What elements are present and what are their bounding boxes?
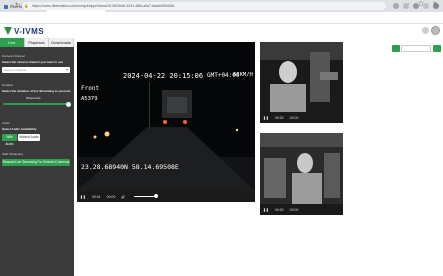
menu-dots-icon[interactable] xyxy=(433,3,439,9)
osd-coordinates: 23.28.68940N 58.14.69508E xyxy=(81,163,179,171)
reload-icon[interactable]: ↻ xyxy=(15,2,20,9)
refresh-button[interactable] xyxy=(392,45,400,52)
request-live-streaming-button[interactable]: Request Live Streaming For Selected Came… xyxy=(2,159,70,166)
player-controls: ❚❚ 00:01 00:00 🔊 xyxy=(77,191,255,202)
extension-icon[interactable] xyxy=(403,3,409,9)
duration-value: 60seconds xyxy=(26,96,41,100)
volume-icon[interactable]: 🔊 xyxy=(121,195,125,199)
current-time: 00:01 xyxy=(91,194,101,199)
chevron-down-icon: ▾ xyxy=(66,68,68,72)
logo-text: V-IVMS xyxy=(14,26,45,36)
url-text: https://coms.fleetmatics.com/comp/#/app/… xyxy=(32,4,175,8)
audio-label: Audio xyxy=(2,121,10,125)
osd-speed: 66KM/H xyxy=(233,72,253,78)
duration-slider-thumb[interactable] xyxy=(66,101,71,107)
volume-knob[interactable] xyxy=(153,194,158,199)
front-camera-player[interactable]: 2024-04-22 20:15:06 GMT+04:00 66KM/H Fro… xyxy=(77,42,255,202)
audio-help: Select Audio Availability xyxy=(2,127,37,131)
tab-live[interactable]: Live xyxy=(0,38,25,47)
total-time: 00:00 xyxy=(289,115,299,120)
star-icon[interactable] xyxy=(393,3,399,9)
apply-button[interactable] xyxy=(433,45,441,52)
channel-select-placeholder: Select a channel xyxy=(4,68,27,72)
camera-channel-label: Camera Channel xyxy=(2,54,25,58)
settings-icon[interactable] xyxy=(422,27,429,34)
download-icon[interactable] xyxy=(413,3,419,9)
pause-icon[interactable]: ❚❚ xyxy=(80,195,86,199)
total-time: 00:00 xyxy=(289,207,299,212)
with-audio-button[interactable]: With Audio xyxy=(2,134,17,146)
duration-label: Duration xyxy=(2,83,14,87)
start-streaming-label: Start Streaming xyxy=(2,152,23,156)
right-panel xyxy=(348,38,443,276)
logo-mark-icon xyxy=(4,27,12,35)
current-time: 00:02 xyxy=(274,115,284,120)
volume-slider[interactable] xyxy=(133,194,158,199)
address-bar xyxy=(0,12,443,24)
player-controls: ❚❚ 00:02 00:00 xyxy=(260,204,343,215)
camera-channel-help: Select the camera channel you want to se… xyxy=(2,60,64,64)
panel-tabs: Live Playback Downloads xyxy=(0,38,75,47)
total-time: 00:00 xyxy=(106,194,116,199)
duration-slider[interactable] xyxy=(3,103,69,105)
user-avatar[interactable] xyxy=(431,26,440,35)
without-audio-button[interactable]: Without Audio xyxy=(18,134,40,141)
pause-icon[interactable]: ❚❚ xyxy=(263,208,269,212)
pause-icon[interactable]: ❚❚ xyxy=(263,116,269,120)
osd-vehicle-id: A5379 xyxy=(81,96,98,102)
osd-timestamp: 2024-04-22 20:15:06 xyxy=(123,72,204,80)
cabin-camera-feed xyxy=(260,133,343,204)
channel-select[interactable]: Select a channel ▾ xyxy=(2,67,70,73)
current-time: 00:02 xyxy=(274,207,284,212)
tab-playback[interactable]: Playback xyxy=(24,38,50,47)
live-control-panel xyxy=(0,38,74,276)
lock-icon: 🔒 xyxy=(24,4,29,8)
cabin-camera-player[interactable]: ❚❚ 00:02 00:00 xyxy=(260,133,343,215)
app-logo[interactable]: V-IVMS xyxy=(4,26,44,36)
tab-downloads[interactable]: Downloads xyxy=(49,38,75,47)
url-field[interactable]: https://coms.fleetmatics.com/comp/#/app/… xyxy=(22,2,386,10)
osd-channel: Front xyxy=(81,85,100,92)
driver-camera-feed xyxy=(260,42,343,112)
player-controls: ❚❚ 00:02 00:00 xyxy=(260,112,343,123)
profile-icon[interactable] xyxy=(423,3,429,9)
duration-help: Select the duration of live Streaming in… xyxy=(2,89,71,93)
driver-camera-player[interactable]: ❚❚ 00:02 00:00 xyxy=(260,42,343,123)
app-header xyxy=(0,24,443,38)
search-input[interactable] xyxy=(401,45,431,52)
